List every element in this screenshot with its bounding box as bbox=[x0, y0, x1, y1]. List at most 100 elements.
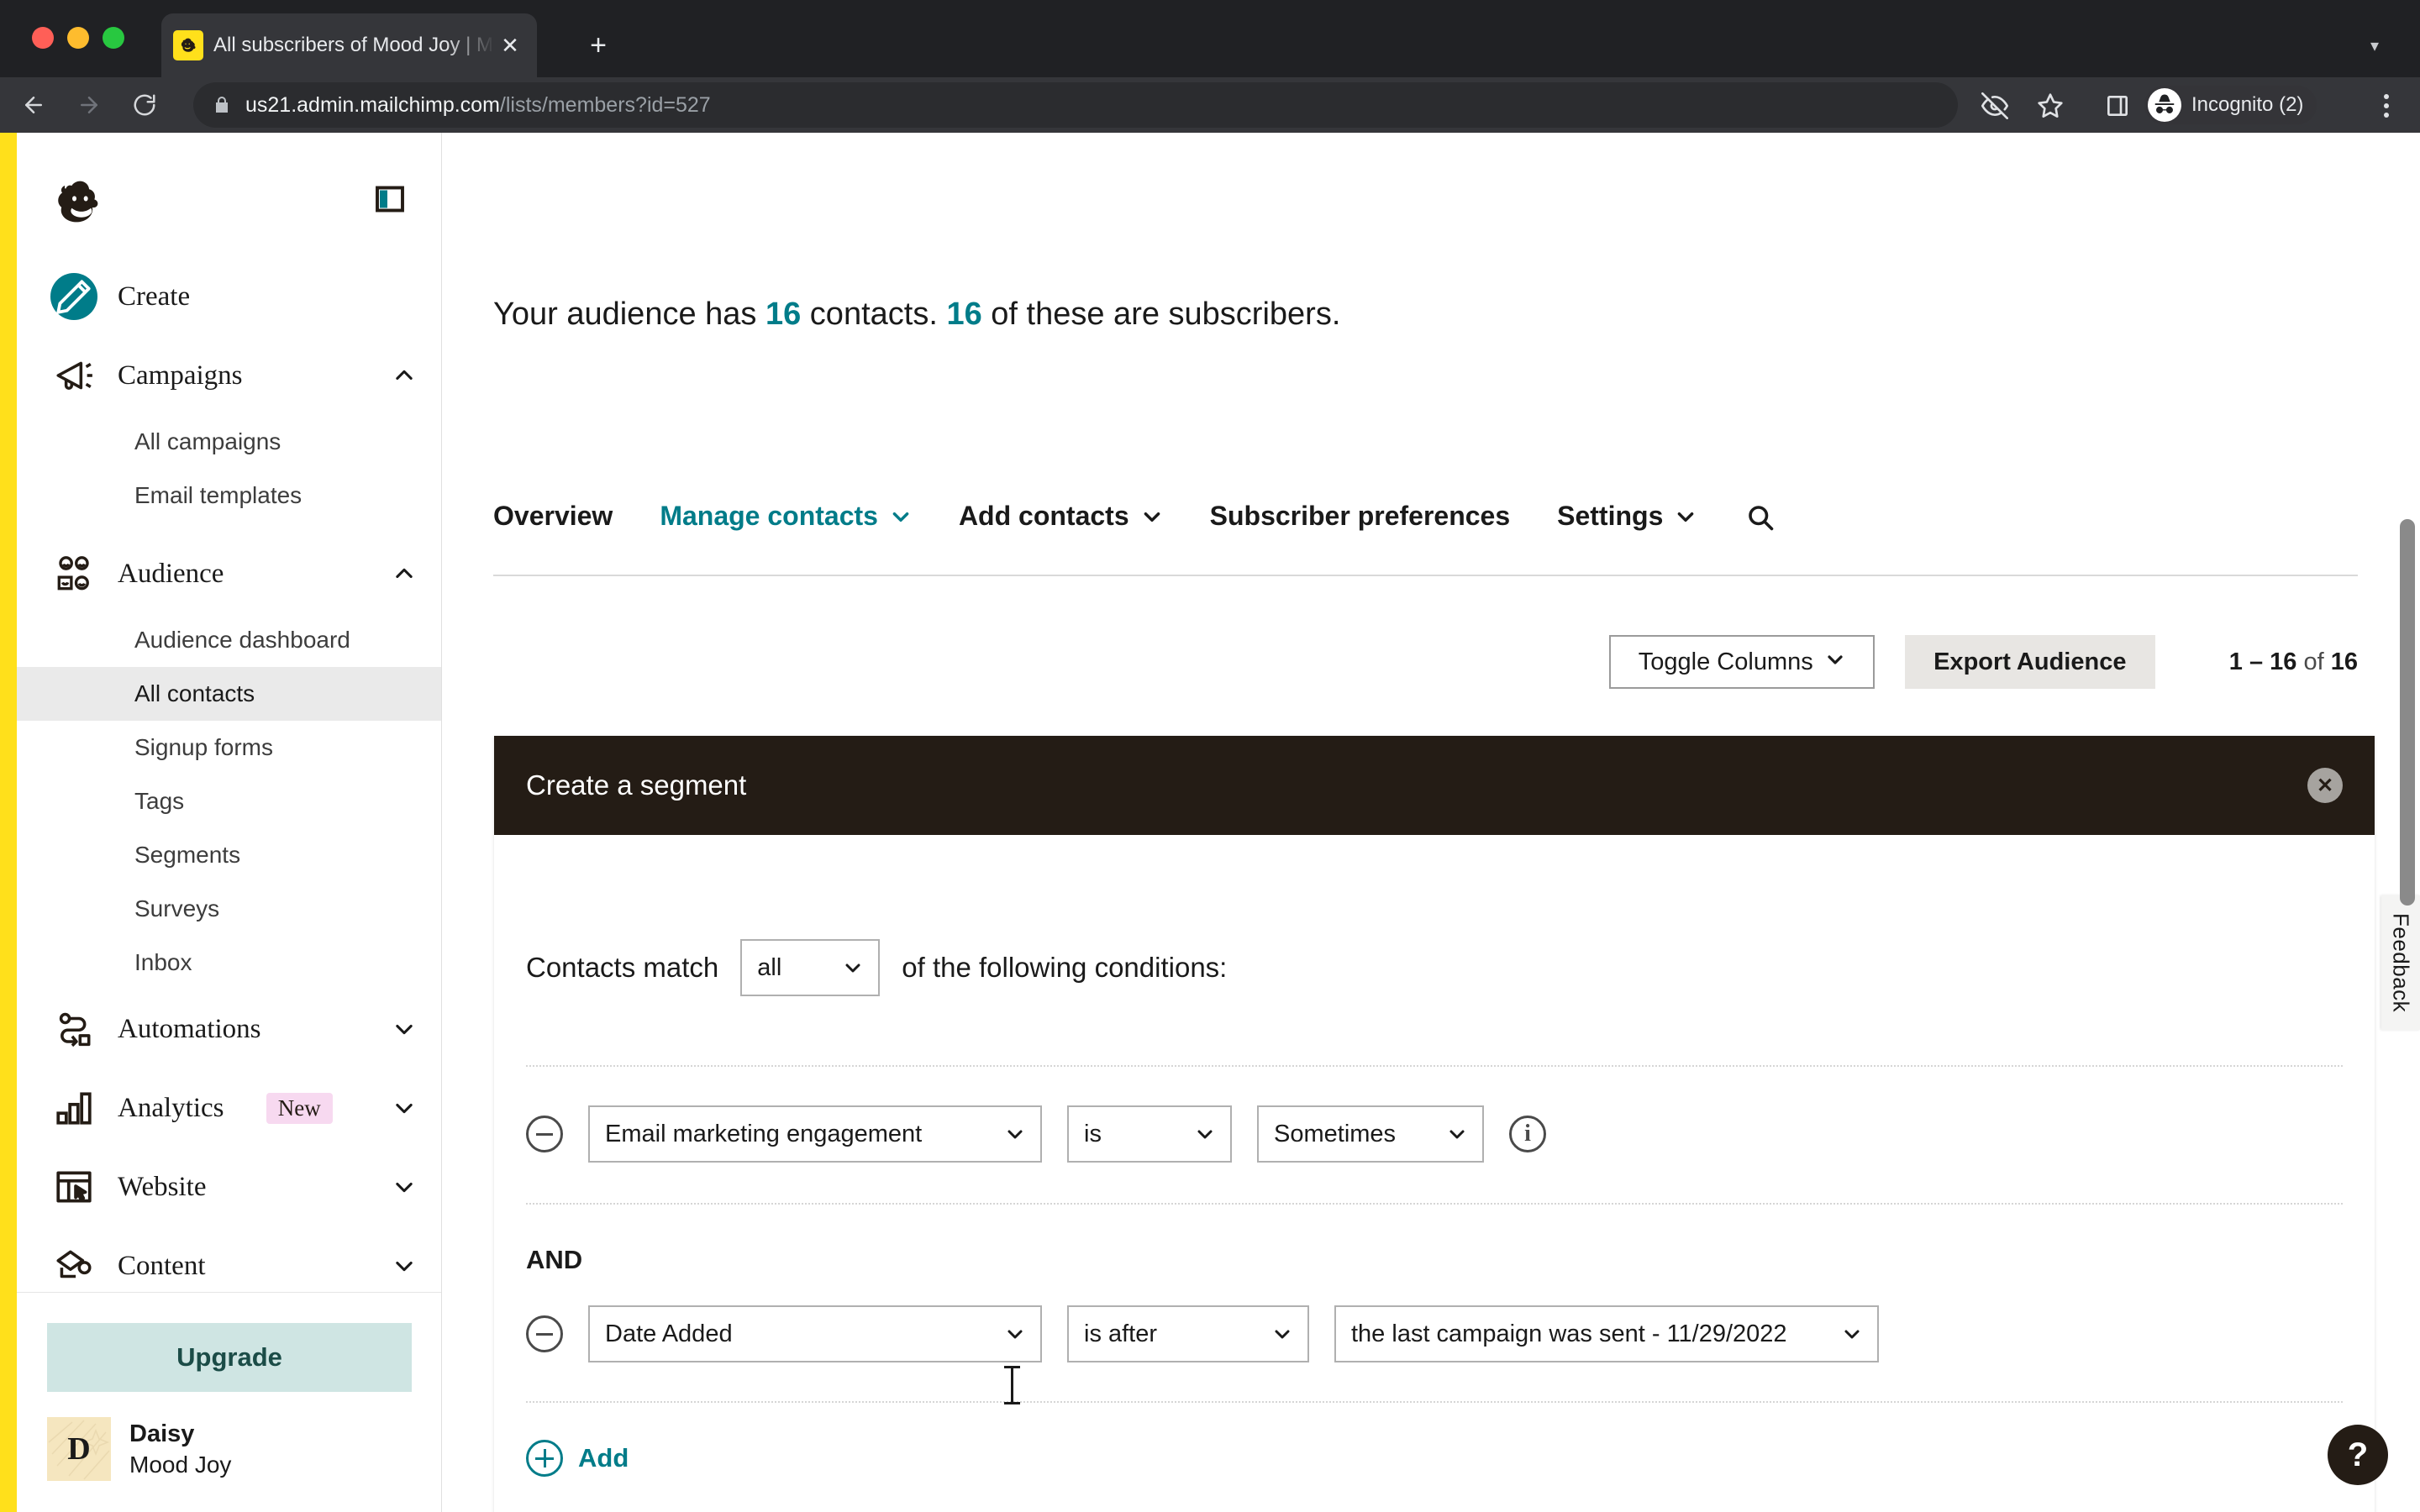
sidebar-item-audience-dashboard[interactable]: Audience dashboard bbox=[17, 613, 441, 667]
segment-panel-body: Contacts match all of the following cond… bbox=[494, 939, 2375, 1512]
sidebar-item-email-templates[interactable]: Email templates bbox=[17, 469, 441, 522]
condition-operator-select[interactable]: is after bbox=[1067, 1305, 1309, 1362]
sidebar-subitem-label: Segments bbox=[134, 842, 241, 868]
match-type-select[interactable]: all bbox=[740, 939, 881, 996]
chevron-down-icon[interactable]: ▾ bbox=[2358, 29, 2391, 62]
address-bar[interactable]: us21.admin.mailchimp.com/lists/members?i… bbox=[193, 82, 1958, 128]
maximize-window-button[interactable] bbox=[103, 27, 124, 49]
condition-value-select[interactable]: the last campaign was sent - 11/29/2022 bbox=[1334, 1305, 1879, 1362]
search-icon[interactable] bbox=[1744, 501, 1777, 534]
brand-rail bbox=[0, 133, 17, 1512]
chevron-down-icon[interactable] bbox=[392, 1174, 417, 1200]
chevron-down-icon bbox=[1141, 506, 1163, 528]
incognito-profile-chip[interactable]: Incognito (2) bbox=[2144, 86, 2317, 124]
tab-settings[interactable]: Settings bbox=[1557, 501, 1697, 552]
divider bbox=[526, 1065, 2343, 1067]
condition-value-select[interactable]: Sometimes bbox=[1257, 1105, 1484, 1163]
new-tab-button[interactable]: + bbox=[580, 27, 617, 64]
sidebar-item-segments[interactable]: Segments bbox=[17, 828, 441, 882]
condition-field-select[interactable]: Date Added bbox=[588, 1305, 1042, 1362]
tab-label: Subscriber preferences bbox=[1209, 501, 1511, 531]
sidebar-item-campaigns[interactable]: Campaigns bbox=[17, 336, 441, 415]
contacts-match-row: Contacts match all of the following cond… bbox=[526, 939, 2343, 996]
minimize-window-button[interactable] bbox=[67, 27, 89, 49]
avatar-initial: D bbox=[67, 1431, 91, 1467]
audience-icon bbox=[50, 550, 97, 597]
chevron-down-icon bbox=[1675, 506, 1697, 528]
mailchimp-logo-icon[interactable] bbox=[50, 167, 114, 231]
sidebar-item-signup-forms[interactable]: Signup forms bbox=[17, 721, 441, 774]
tab-manage-contacts[interactable]: Manage contacts bbox=[660, 501, 912, 552]
chevron-down-icon bbox=[1825, 648, 1845, 676]
feedback-tab[interactable]: Feedback bbox=[2381, 895, 2420, 1030]
info-circle-icon[interactable]: i bbox=[1509, 1116, 1546, 1152]
reload-icon[interactable] bbox=[123, 83, 166, 127]
condition-field-select[interactable]: Email marketing engagement bbox=[588, 1105, 1042, 1163]
tab-subscriber-preferences[interactable]: Subscriber preferences bbox=[1210, 501, 1511, 552]
condition-operator-value: is after bbox=[1084, 1320, 1158, 1347]
feedback-label: Feedback bbox=[2388, 912, 2414, 1013]
incognito-icon bbox=[2148, 88, 2181, 122]
conjunction-label: AND bbox=[526, 1245, 583, 1274]
sidebar-item-inbox[interactable]: Inbox bbox=[17, 936, 441, 990]
account-switcher[interactable]: D Daisy Mood Joy bbox=[47, 1417, 231, 1481]
sidebar-item-content[interactable]: Content bbox=[17, 1226, 441, 1292]
bar-chart-icon bbox=[50, 1084, 97, 1131]
export-audience-button[interactable]: Export Audience bbox=[1904, 635, 2155, 689]
sidebar-subitem-label: Audience dashboard bbox=[134, 627, 350, 653]
sidebar-item-all-contacts[interactable]: All contacts bbox=[17, 667, 441, 721]
close-window-button[interactable] bbox=[32, 27, 54, 49]
chevron-down-icon bbox=[826, 958, 863, 978]
sidebar-item-surveys[interactable]: Surveys bbox=[17, 882, 441, 936]
tab-add-contacts[interactable]: Add contacts bbox=[959, 501, 1163, 552]
sidebar-item-create[interactable]: Create bbox=[17, 257, 441, 336]
toggle-columns-button[interactable]: Toggle Columns bbox=[1608, 635, 1875, 689]
new-badge: New bbox=[266, 1092, 333, 1124]
sidebar-item-label: Create bbox=[118, 281, 191, 312]
collapse-panel-icon[interactable] bbox=[375, 184, 405, 214]
chevron-up-icon[interactable] bbox=[392, 363, 417, 388]
sidebar-item-label: Content bbox=[118, 1250, 206, 1281]
upgrade-button[interactable]: Upgrade bbox=[47, 1323, 412, 1392]
chevron-up-icon[interactable] bbox=[392, 561, 417, 586]
sidebar-item-tags[interactable]: Tags bbox=[17, 774, 441, 828]
close-icon[interactable]: ✕ bbox=[2307, 768, 2343, 803]
chevron-down-icon[interactable] bbox=[392, 1253, 417, 1278]
three-dot-menu-icon[interactable] bbox=[2371, 89, 2402, 123]
chevron-down-icon[interactable] bbox=[392, 1095, 417, 1121]
sidebar-item-website[interactable]: Website bbox=[17, 1147, 441, 1226]
side-panel-icon[interactable] bbox=[2101, 89, 2134, 123]
table-toolbar: Toggle Columns Export Audience 1 – 16 of… bbox=[1608, 635, 2358, 689]
browser-tab-title: All subscribers of Mood Joy | M bbox=[213, 34, 494, 56]
condition-field-value: Email marketing engagement bbox=[605, 1120, 923, 1147]
page-scrollbar[interactable] bbox=[2400, 519, 2415, 906]
browser-tab[interactable]: All subscribers of Mood Joy | M ✕ bbox=[161, 13, 537, 77]
help-button[interactable]: ? bbox=[2328, 1425, 2388, 1485]
sidebar-item-label: Website bbox=[118, 1171, 207, 1202]
star-icon[interactable] bbox=[2033, 89, 2067, 123]
mailchimp-favicon-icon bbox=[173, 30, 203, 60]
sidebar-item-audience[interactable]: Audience bbox=[17, 534, 441, 613]
sidebar-subitem-label: Surveys bbox=[134, 895, 220, 921]
minus-circle-icon[interactable] bbox=[526, 1315, 563, 1352]
audience-summary: Your audience has 16 contacts. 16 of the… bbox=[493, 297, 1340, 333]
minus-circle-icon[interactable] bbox=[526, 1116, 563, 1152]
back-arrow-icon[interactable] bbox=[12, 83, 55, 127]
sidebar-item-all-campaigns[interactable]: All campaigns bbox=[17, 415, 441, 469]
sidebar-item-label: Audience bbox=[118, 558, 224, 589]
contacts-match-label: Contacts match bbox=[526, 952, 719, 983]
sidebar-item-analytics[interactable]: Analytics New bbox=[17, 1068, 441, 1147]
pencil-icon bbox=[50, 273, 97, 320]
close-tab-button[interactable]: ✕ bbox=[495, 30, 525, 60]
eye-off-icon[interactable] bbox=[1978, 89, 2012, 123]
condition-operator-select[interactable]: is bbox=[1067, 1105, 1232, 1163]
chevron-down-icon[interactable] bbox=[392, 1016, 417, 1042]
forward-arrow-icon[interactable] bbox=[67, 83, 111, 127]
sidebar-brand-row bbox=[17, 153, 441, 245]
add-condition-row[interactable]: Add bbox=[526, 1440, 2343, 1477]
sidebar-item-automations[interactable]: Automations bbox=[17, 990, 441, 1068]
tab-overview[interactable]: Overview bbox=[493, 501, 613, 552]
segment-panel-header: Create a segment ✕ bbox=[494, 736, 2375, 835]
browser-tabstrip: All subscribers of Mood Joy | M ✕ + ▾ bbox=[0, 0, 2420, 77]
tab-label: Overview bbox=[493, 501, 613, 531]
